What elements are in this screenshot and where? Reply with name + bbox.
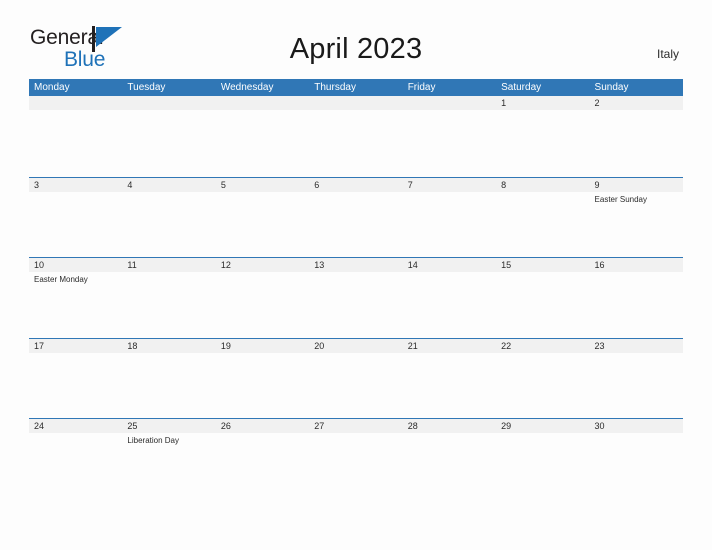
week-date-bar: 1 2 <box>29 96 683 110</box>
day-event[interactable] <box>496 272 589 338</box>
date-number[interactable]: 25 <box>122 419 215 433</box>
weekday-header-thursday: Thursday <box>314 82 356 93</box>
day-event[interactable] <box>216 433 309 499</box>
day-event[interactable] <box>309 110 402 176</box>
day-event[interactable] <box>216 192 309 258</box>
day-event[interactable] <box>496 433 589 499</box>
country-label: Italy <box>656 47 679 61</box>
date-number[interactable]: 15 <box>496 258 589 272</box>
date-number[interactable]: 30 <box>590 419 683 433</box>
date-number[interactable]: 22 <box>496 339 589 353</box>
weekday-header-friday: Friday <box>407 82 436 93</box>
date-number[interactable]: 17 <box>29 339 122 353</box>
date-number[interactable]: 27 <box>309 419 402 433</box>
date-number[interactable] <box>309 96 402 110</box>
date-number[interactable]: 20 <box>309 339 402 353</box>
page-header: General Blue April 2023 Italy <box>0 0 712 78</box>
calendar-grid: Monday Tuesday Wednesday Thursday Friday… <box>29 79 683 499</box>
day-event[interactable] <box>122 272 215 338</box>
day-event[interactable] <box>403 433 496 499</box>
weekday-header-wednesday: Wednesday <box>220 82 274 93</box>
day-event[interactable] <box>496 110 589 176</box>
date-number[interactable]: 5 <box>216 178 309 192</box>
day-event[interactable] <box>122 192 215 258</box>
week-event-area: Liberation Day <box>29 433 683 499</box>
weekday-header-sunday: Sunday <box>594 82 629 93</box>
day-event[interactable] <box>496 353 589 419</box>
day-event[interactable] <box>309 433 402 499</box>
day-event[interactable]: Easter Monday <box>29 272 122 338</box>
date-number[interactable]: 21 <box>403 339 496 353</box>
day-event[interactable] <box>403 192 496 258</box>
weekday-header-tuesday: Tuesday <box>127 82 166 93</box>
date-number[interactable]: 29 <box>496 419 589 433</box>
day-event[interactable] <box>403 353 496 419</box>
day-event[interactable] <box>403 110 496 176</box>
day-event[interactable] <box>590 353 683 419</box>
date-number[interactable]: 11 <box>122 258 215 272</box>
weekday-header-row: Monday Tuesday Wednesday Thursday Friday… <box>29 79 683 96</box>
date-number[interactable] <box>122 96 215 110</box>
date-number[interactable]: 13 <box>309 258 402 272</box>
date-number[interactable]: 4 <box>122 178 215 192</box>
day-event[interactable] <box>29 353 122 419</box>
date-number[interactable] <box>216 96 309 110</box>
day-event[interactable] <box>29 192 122 258</box>
date-number[interactable]: 18 <box>122 339 215 353</box>
calendar-week-row: 24 25 26 27 28 29 30 Liberation Day <box>29 418 683 499</box>
day-event[interactable] <box>403 272 496 338</box>
calendar-page: General Blue April 2023 Italy Monday Tue… <box>0 0 712 550</box>
week-event-area <box>29 110 683 176</box>
calendar-week-row: 3 4 5 6 7 8 9 Easter Sunday <box>29 176 683 258</box>
day-event[interactable] <box>309 272 402 338</box>
week-date-bar: 10 11 12 13 14 15 16 <box>29 258 683 272</box>
date-number[interactable]: 19 <box>216 339 309 353</box>
date-number[interactable]: 23 <box>590 339 683 353</box>
date-number[interactable]: 8 <box>496 178 589 192</box>
day-event[interactable] <box>122 353 215 419</box>
day-event[interactable]: Easter Sunday <box>590 192 683 258</box>
calendar-week-row: 17 18 19 20 21 22 23 <box>29 337 683 419</box>
day-event[interactable]: Liberation Day <box>122 433 215 499</box>
day-event[interactable] <box>590 433 683 499</box>
week-event-area <box>29 353 683 419</box>
day-event[interactable] <box>29 433 122 499</box>
date-number[interactable]: 26 <box>216 419 309 433</box>
calendar-week-row: 1 2 <box>29 96 683 177</box>
week-event-area: Easter Monday <box>29 272 683 338</box>
day-event[interactable] <box>216 110 309 176</box>
date-number[interactable]: 12 <box>216 258 309 272</box>
week-date-bar: 24 25 26 27 28 29 30 <box>29 419 683 433</box>
weekday-header-monday: Monday <box>34 82 70 93</box>
weekday-header-saturday: Saturday <box>501 82 542 93</box>
date-number[interactable]: 3 <box>29 178 122 192</box>
day-event[interactable] <box>496 192 589 258</box>
date-number[interactable]: 6 <box>309 178 402 192</box>
date-number[interactable]: 9 <box>590 178 683 192</box>
date-number[interactable]: 28 <box>403 419 496 433</box>
day-event[interactable] <box>309 192 402 258</box>
day-event[interactable] <box>29 110 122 176</box>
day-event[interactable] <box>309 353 402 419</box>
week-event-area: Easter Sunday <box>29 192 683 258</box>
date-number[interactable]: 16 <box>590 258 683 272</box>
day-event[interactable] <box>590 110 683 176</box>
date-number[interactable]: 10 <box>29 258 122 272</box>
week-date-bar: 3 4 5 6 7 8 9 <box>29 177 683 192</box>
date-number[interactable]: 7 <box>403 178 496 192</box>
date-number[interactable]: 2 <box>590 96 683 110</box>
date-number[interactable] <box>403 96 496 110</box>
date-number[interactable]: 24 <box>29 419 122 433</box>
page-title: April 2023 <box>289 33 423 65</box>
week-date-bar: 17 18 19 20 21 22 23 <box>29 338 683 353</box>
calendar-week-row: 10 11 12 13 14 15 16 Easter Monday <box>29 257 683 338</box>
day-event[interactable] <box>216 353 309 419</box>
day-event[interactable] <box>122 110 215 176</box>
day-event[interactable] <box>216 272 309 338</box>
date-number[interactable]: 1 <box>496 96 589 110</box>
date-number[interactable] <box>29 96 122 110</box>
date-number[interactable]: 14 <box>403 258 496 272</box>
day-event[interactable] <box>590 272 683 338</box>
